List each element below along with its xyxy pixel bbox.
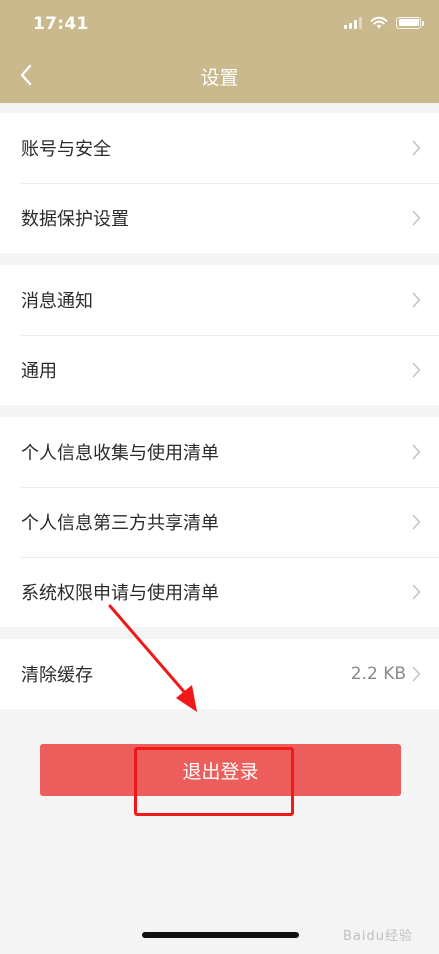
row-label: 个人信息第三方共享清单 bbox=[21, 513, 219, 534]
chevron-right-icon bbox=[412, 292, 421, 308]
row-system-permissions[interactable]: 系统权限申请与使用清单 bbox=[0, 557, 439, 627]
settings-group-privacy: 个人信息收集与使用清单 个人信息第三方共享清单 系统权限申请与使用清单 bbox=[0, 417, 439, 627]
row-label: 消息通知 bbox=[21, 291, 93, 312]
wifi-icon bbox=[370, 16, 388, 29]
chevron-right-icon bbox=[412, 514, 421, 530]
watermark: Baidu经验 bbox=[343, 929, 413, 944]
chevron-right-icon bbox=[412, 140, 421, 156]
row-label: 通用 bbox=[21, 361, 57, 382]
settings-group-cache: 清除缓存 2.2 KB bbox=[0, 639, 439, 709]
home-indicator[interactable] bbox=[142, 932, 299, 938]
row-third-party-sharing[interactable]: 个人信息第三方共享清单 bbox=[0, 487, 439, 557]
chevron-right-icon bbox=[412, 362, 421, 378]
row-general[interactable]: 通用 bbox=[0, 335, 439, 405]
header: 17:41 设置 bbox=[0, 0, 439, 103]
annotation-highlight-box bbox=[134, 747, 294, 816]
battery-icon bbox=[396, 16, 424, 29]
row-label: 数据保护设置 bbox=[21, 209, 129, 230]
row-personal-info-collection[interactable]: 个人信息收集与使用清单 bbox=[0, 417, 439, 487]
status-time: 17:41 bbox=[33, 14, 89, 34]
chevron-right-icon bbox=[412, 584, 421, 600]
page-title: 设置 bbox=[200, 67, 239, 89]
row-label: 系统权限申请与使用清单 bbox=[21, 583, 219, 604]
row-notifications[interactable]: 消息通知 bbox=[0, 265, 439, 335]
settings-group-general: 消息通知 通用 bbox=[0, 265, 439, 405]
chevron-right-icon bbox=[412, 210, 421, 226]
row-clear-cache[interactable]: 清除缓存 2.2 KB bbox=[0, 639, 439, 709]
row-label: 个人信息收集与使用清单 bbox=[21, 443, 219, 464]
row-label: 账号与安全 bbox=[21, 139, 111, 160]
row-data-protection[interactable]: 数据保护设置 bbox=[0, 183, 439, 253]
chevron-right-icon bbox=[412, 666, 421, 682]
chevron-right-icon bbox=[412, 444, 421, 460]
row-account-security[interactable]: 账号与安全 bbox=[0, 113, 439, 183]
status-icons bbox=[344, 16, 424, 29]
signal-icon bbox=[344, 16, 362, 29]
cache-size: 2.2 KB bbox=[350, 664, 406, 684]
row-label: 清除缓存 bbox=[21, 665, 93, 686]
settings-screen: 17:41 设置 账号与安全 数据保护设置 消息通知 通用 个人信息收集与使用清… bbox=[0, 0, 439, 954]
settings-group-account: 账号与安全 数据保护设置 bbox=[0, 113, 439, 253]
